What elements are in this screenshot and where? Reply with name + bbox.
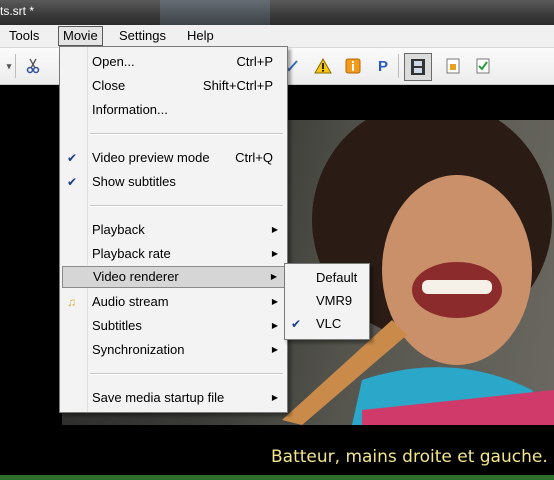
menu-item-open[interactable]: Open... Ctrl+P	[62, 51, 285, 73]
info-icon[interactable]	[344, 57, 362, 75]
submenu-arrow-icon: ▶	[271, 345, 278, 354]
menu-item-playback[interactable]: Playback ▶	[62, 219, 285, 241]
menu-item-video-preview-mode[interactable]: ✔ Video preview mode Ctrl+Q	[62, 147, 285, 169]
menu-item-information[interactable]: Information...	[62, 99, 285, 121]
checked-icon: ✔	[291, 317, 302, 331]
menu-item-audio-stream[interactable]: ♫ Audio stream ▶	[62, 291, 285, 313]
checked-icon: ✔	[67, 175, 78, 189]
submenu-arrow-icon: ▶	[271, 225, 278, 234]
menu-item-synchronization[interactable]: Synchronization ▶	[62, 339, 285, 361]
menu-separator	[90, 373, 283, 375]
menu-item-subtitles[interactable]: Subtitles ▶	[62, 315, 285, 337]
menu-item-save-media-startup-file[interactable]: Save media startup file ▶	[62, 387, 285, 409]
submenu-arrow-icon: ▶	[271, 321, 278, 330]
toolbar-separator	[15, 54, 16, 78]
window-title: ts.srt *	[0, 4, 35, 18]
status-strip	[0, 475, 554, 480]
checked-icon: ✔	[67, 151, 78, 165]
menu-help[interactable]: Help	[183, 27, 218, 45]
toolbar-separator	[398, 54, 399, 78]
renderer-option-vlc[interactable]: ✔ VLC	[286, 313, 368, 335]
menu-item-playback-rate[interactable]: Playback rate ▶	[62, 243, 285, 265]
video-preview-toggle-icon[interactable]	[404, 53, 432, 81]
menu-separator	[90, 205, 283, 207]
renderer-option-vmr9[interactable]: VMR9	[286, 290, 368, 312]
menu-item-close[interactable]: Close Shift+Ctrl+P	[62, 75, 285, 97]
renderer-option-default[interactable]: Default	[286, 267, 368, 289]
warning-icon[interactable]	[314, 57, 332, 75]
menu-tools[interactable]: Tools	[5, 27, 43, 45]
title-bar-glow	[160, 0, 270, 25]
p-icon[interactable]: P	[374, 57, 392, 75]
video-renderer-submenu: Default VMR9 ✔ VLC	[284, 263, 370, 340]
document-check-icon[interactable]	[474, 57, 492, 75]
submenu-arrow-icon: ▶	[271, 297, 278, 306]
submenu-arrow-icon: ▶	[270, 272, 277, 281]
menu-item-video-renderer[interactable]: Video renderer ▶	[62, 266, 285, 288]
menu-bar: Tools Movie Settings Help	[0, 25, 554, 48]
menu-settings[interactable]: Settings	[115, 27, 170, 45]
submenu-arrow-icon: ▶	[271, 393, 278, 402]
music-note-icon: ♫	[67, 295, 76, 309]
menu-separator	[90, 133, 283, 135]
movie-menu: Open... Ctrl+P Close Shift+Ctrl+P Inform…	[59, 46, 288, 413]
submenu-arrow-icon: ▶	[271, 249, 278, 258]
document-icon[interactable]	[444, 57, 462, 75]
subtitle-text: Batteur, mains droite et gauche.	[271, 447, 548, 467]
menu-item-show-subtitles[interactable]: ✔ Show subtitles	[62, 171, 285, 193]
title-bar: ts.srt *	[0, 0, 554, 25]
menu-movie[interactable]: Movie	[58, 26, 103, 46]
cut-icon[interactable]	[24, 57, 42, 75]
